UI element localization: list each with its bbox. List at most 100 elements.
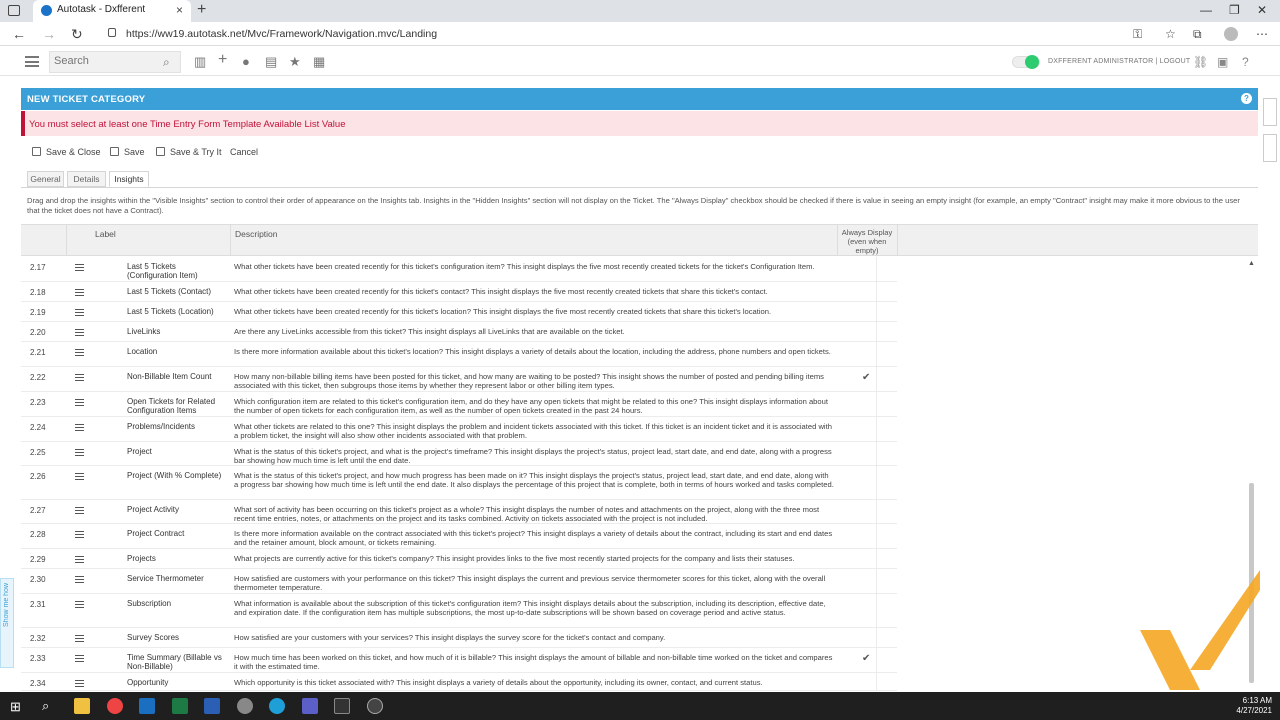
search-icon[interactable]: ⌕ — [163, 55, 170, 70]
table-row[interactable]: 2.24 Problems/Incidents What other tickets… — [21, 417, 897, 442]
url-text[interactable]: https://ww19.autotask.net/Mvc/Framework/… — [126, 28, 437, 40]
minimize-icon[interactable]: — — [1200, 3, 1212, 17]
more-options-icon[interactable]: ⋯ — [1256, 27, 1268, 41]
new-tab-icon[interactable]: + — [197, 1, 206, 19]
search-box[interactable]: ⌕ — [49, 51, 181, 73]
forward-icon[interactable]: → — [42, 26, 56, 42]
collections-icon[interactable]: ⧉ — [1193, 27, 1202, 42]
windows-start-icon[interactable]: ⊞ — [10, 699, 21, 715]
chrome-icon[interactable] — [107, 698, 123, 714]
table-row[interactable]: 2.21 Location Is there more information av… — [21, 342, 897, 367]
favorites-icon[interactable]: ★ — [289, 54, 301, 70]
workspaces-icon[interactable] — [8, 5, 20, 16]
contacts-icon[interactable]: ● — [242, 54, 250, 69]
taskbar-search-icon[interactable]: ⌕ — [42, 698, 49, 714]
drag-handle-icon[interactable] — [75, 556, 84, 563]
table-row[interactable]: 2.30 Service Thermometer How satisfied are… — [21, 569, 897, 594]
table-row[interactable]: 2.31 Subscription What information is avai… — [21, 594, 897, 628]
message-icon[interactable]: ▣ — [1217, 55, 1228, 69]
close-tab-icon[interactable]: × — [176, 3, 183, 17]
file-explorer-icon[interactable] — [74, 698, 90, 714]
drag-handle-icon[interactable] — [75, 374, 84, 381]
close-window-icon[interactable]: ✕ — [1257, 3, 1267, 17]
calendar-icon[interactable]: ▦ — [313, 54, 325, 70]
table-row[interactable]: 2.17 Last 5 Tickets (Configuration Item) W… — [21, 257, 897, 282]
table-row[interactable]: 2.27 Project Activity What sort of activit… — [21, 500, 897, 524]
scroll-up-icon[interactable]: ▲ — [1248, 260, 1255, 267]
excel-icon[interactable] — [172, 698, 188, 714]
tracking-icon[interactable]: ⚿ — [1133, 27, 1142, 42]
drag-handle-icon[interactable] — [75, 449, 84, 456]
side-panel-icon[interactable] — [1263, 98, 1277, 126]
drag-handle-icon[interactable] — [75, 680, 84, 687]
favorite-star-icon[interactable]: ☆ — [1165, 27, 1176, 41]
notes-icon[interactable]: ▤ — [265, 54, 277, 70]
side-panel-icon[interactable] — [1263, 134, 1277, 162]
drag-handle-icon[interactable] — [75, 329, 84, 336]
drag-handle-icon[interactable] — [75, 576, 84, 583]
table-row[interactable]: 2.28 Project Contract Is there more inform… — [21, 524, 897, 549]
table-row[interactable]: 2.26 Project (With % Complete) What is the… — [21, 466, 897, 500]
tab-details[interactable]: Details — [67, 171, 106, 187]
save-close-button[interactable]: Save & Close — [32, 147, 101, 162]
save-try-button[interactable]: Save & Try It — [156, 147, 222, 162]
teams-icon[interactable] — [302, 698, 318, 714]
drag-handle-icon[interactable] — [75, 655, 84, 662]
always-display-check-icon[interactable]: ✔ — [862, 653, 870, 664]
drag-handle-icon[interactable] — [75, 531, 84, 538]
status-toggle[interactable] — [1012, 55, 1040, 69]
table-row[interactable]: 2.22 Non-Billable Item Count How many non-… — [21, 367, 897, 392]
table-row[interactable]: 2.25 Project What is the status of this ti… — [21, 442, 897, 466]
tab-insights[interactable]: Insights — [109, 171, 149, 187]
back-icon[interactable]: ← — [12, 26, 26, 42]
system-clock[interactable]: 6:13 AM 4/27/2021 — [1236, 696, 1272, 716]
terminal-icon[interactable] — [334, 698, 350, 714]
help-icon[interactable]: ? — [1241, 93, 1252, 104]
drag-handle-icon[interactable] — [75, 424, 84, 431]
menu-icon[interactable] — [25, 56, 39, 67]
drag-handle-icon[interactable] — [75, 399, 84, 406]
drag-handle-icon[interactable] — [75, 289, 84, 296]
reports-icon[interactable]: ▥ — [194, 54, 206, 70]
drag-handle-icon[interactable] — [75, 507, 84, 514]
label-column-header[interactable]: Label — [95, 229, 116, 239]
add-icon[interactable]: + — [218, 51, 227, 69]
browser-tab[interactable]: Autotask - Dxfferent × — [33, 0, 191, 22]
drag-handle-icon[interactable] — [75, 635, 84, 642]
profile-avatar-icon[interactable] — [1224, 27, 1238, 41]
table-row[interactable]: 2.23 Open Tickets for Related Configurati… — [21, 392, 897, 417]
table-row[interactable]: 2.18 Last 5 Tickets (Contact) What other t… — [21, 282, 897, 302]
table-row[interactable]: 2.34 Opportunity Which opportunity is this… — [21, 673, 897, 691]
drag-handle-icon[interactable] — [75, 264, 84, 271]
always-display-check-icon[interactable]: ✔ — [862, 372, 870, 383]
table-row[interactable]: 2.20 LiveLinks Are there any LiveLinks acc… — [21, 322, 897, 342]
save-button[interactable]: Save — [110, 147, 145, 162]
word-icon[interactable] — [204, 698, 220, 714]
edge-icon[interactable] — [269, 698, 285, 714]
drag-handle-icon[interactable] — [75, 601, 84, 608]
insight-description: How satisfied are your customers with yo… — [234, 633, 666, 642]
show-me-how-tab[interactable]: Show me how — [0, 578, 14, 668]
drag-handle-icon[interactable] — [75, 309, 84, 316]
insight-label: Problems/Incidents — [127, 422, 196, 431]
recorder-icon[interactable] — [367, 698, 383, 714]
table-row[interactable]: 2.32 Survey Scores How satisfied are your … — [21, 628, 897, 648]
drag-handle-icon[interactable] — [75, 349, 84, 356]
help-icon[interactable]: ? — [1242, 55, 1249, 69]
table-row[interactable]: 2.33 Time Summary (Billable vs Non-Billab… — [21, 648, 897, 673]
description-column-header[interactable]: Description — [235, 229, 278, 239]
link-icon[interactable]: ⛓ — [1193, 55, 1208, 69]
app-icon[interactable] — [237, 698, 253, 714]
user-logout-link[interactable]: DXFFERENT ADMINISTRATOR | LOGOUT — [1048, 58, 1190, 65]
cancel-button[interactable]: Cancel — [230, 147, 258, 162]
tab-general[interactable]: General — [27, 171, 64, 187]
table-row[interactable]: 2.19 Last 5 Tickets (Location) What other … — [21, 302, 897, 322]
maximize-icon[interactable]: ❐ — [1229, 3, 1240, 17]
always-display-column-header[interactable]: Always Display (even when empty) — [838, 228, 896, 255]
outlook-icon[interactable] — [139, 698, 155, 714]
table-row[interactable]: 2.29 Projects What projects are currently … — [21, 549, 897, 569]
search-input[interactable] — [54, 55, 154, 67]
drag-handle-icon[interactable] — [75, 473, 84, 480]
lock-icon[interactable] — [108, 28, 116, 37]
refresh-icon[interactable]: ↻ — [71, 26, 83, 43]
